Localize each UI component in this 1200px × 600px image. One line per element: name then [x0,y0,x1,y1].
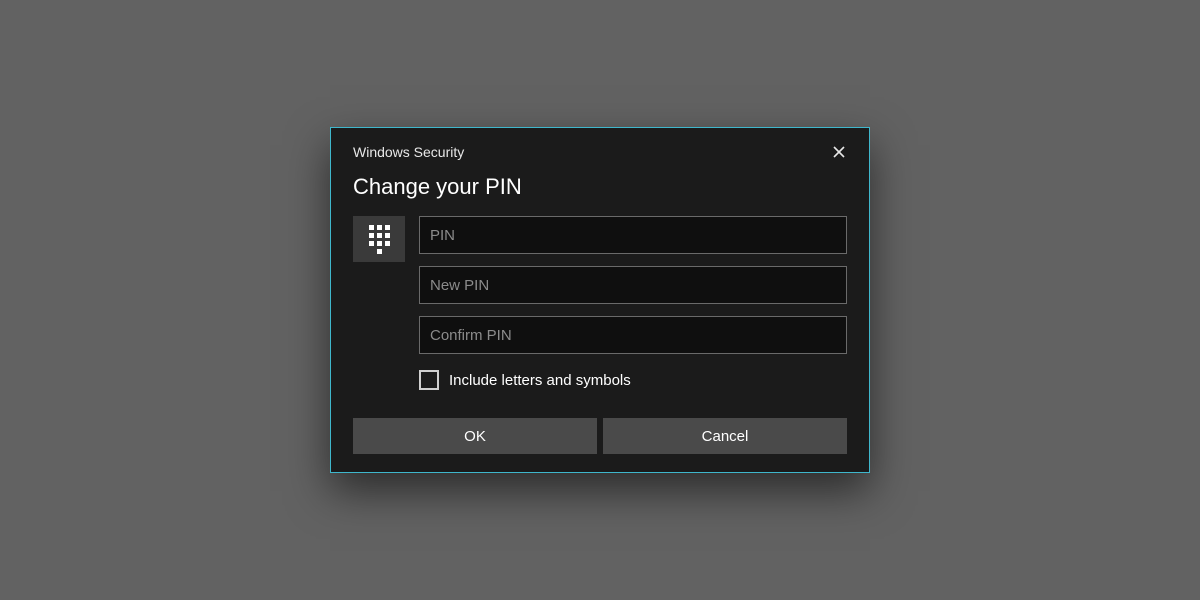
keypad-icon [353,216,405,262]
close-button[interactable] [823,138,855,166]
include-symbols-checkbox[interactable] [419,370,439,390]
confirm-pin-input[interactable] [419,316,847,354]
include-symbols-row: Include letters and symbols [419,370,847,390]
form-area: Include letters and symbols [331,216,869,418]
ok-button[interactable]: OK [353,418,597,454]
cancel-button[interactable]: Cancel [603,418,847,454]
include-symbols-label: Include letters and symbols [449,372,631,389]
current-pin-input[interactable] [419,216,847,254]
change-pin-dialog: Windows Security Change your PIN Inc [330,127,870,473]
dialog-titlebar: Windows Security [331,128,869,168]
fields-column: Include letters and symbols [419,216,847,418]
new-pin-input[interactable] [419,266,847,304]
close-icon [833,146,845,158]
dialog-title: Windows Security [353,144,464,160]
dialog-button-row: OK Cancel [331,418,869,454]
dialog-heading: Change your PIN [331,168,869,216]
